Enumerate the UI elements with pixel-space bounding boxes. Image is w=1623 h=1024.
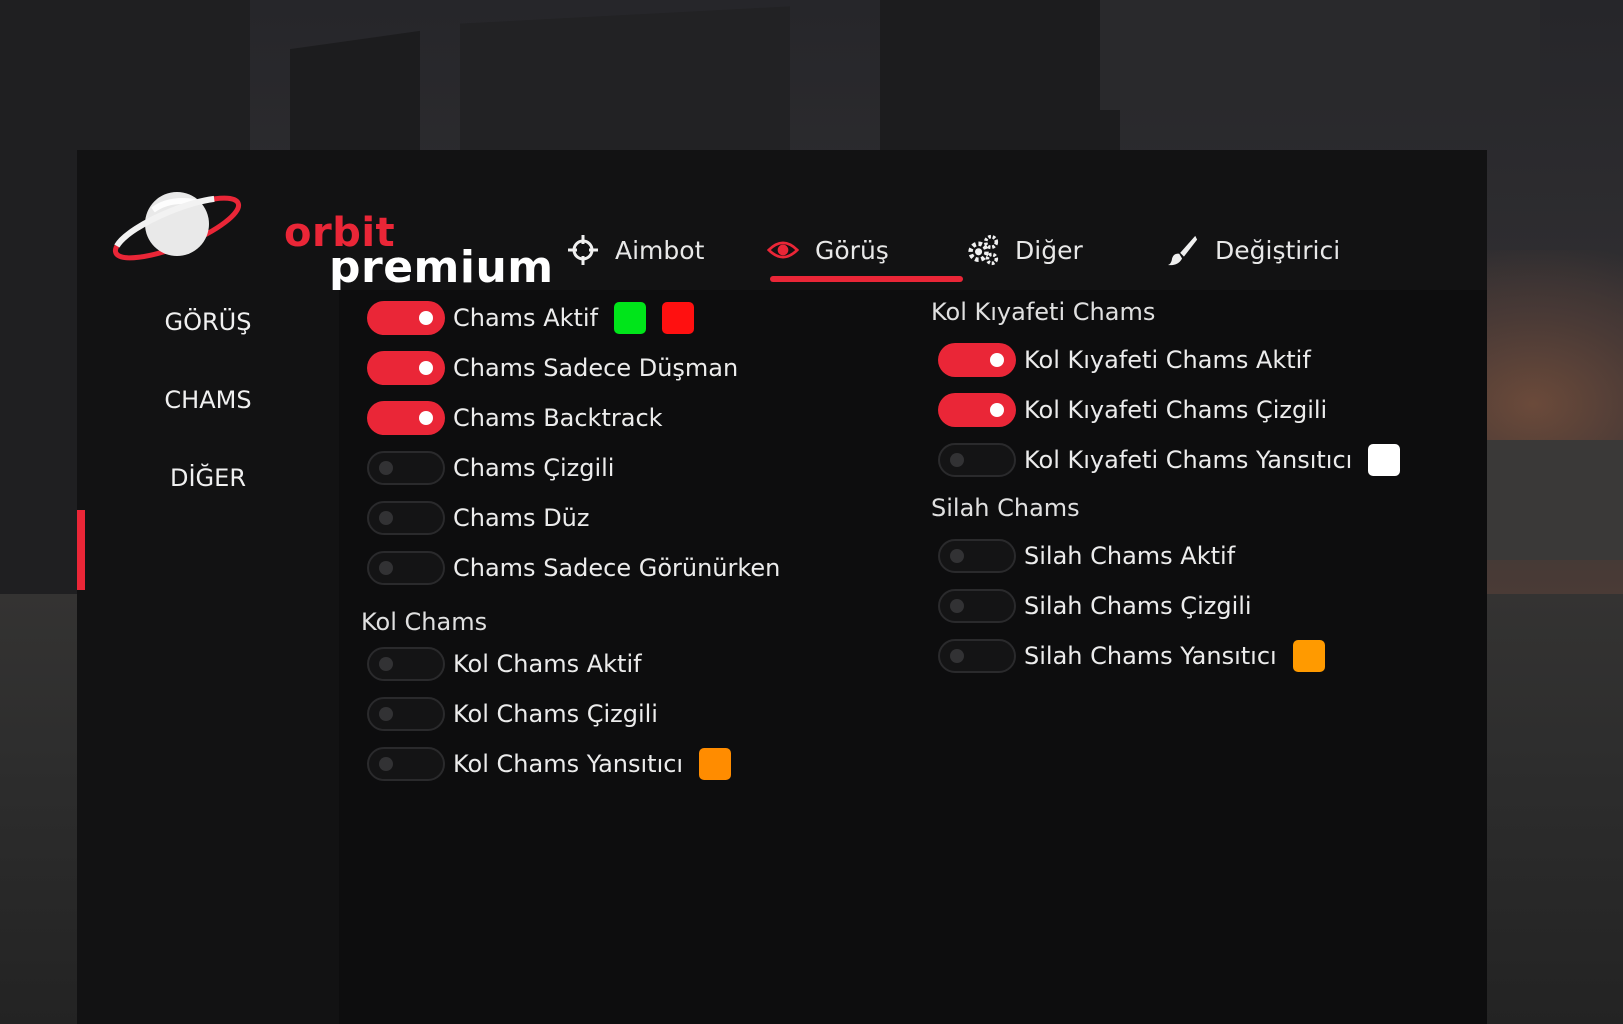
toggle-knob — [990, 403, 1004, 417]
option-label: Chams Aktif — [453, 304, 599, 332]
section-title-kol-chams: Kol Chams — [361, 608, 488, 636]
option-row: Kol Chams Aktif — [367, 644, 642, 684]
option-row: Chams Sadece Görünürken — [367, 548, 780, 588]
option-row: Chams Aktif — [367, 298, 695, 338]
chams-settings-content: Chams Aktif Chams Sadece Düşman Chams Ba… — [339, 290, 1487, 1024]
option-row: Chams Backtrack — [367, 398, 663, 438]
option-row: Kol Kıyafeti Chams Yansıtıcı — [938, 440, 1401, 480]
visible-color-swatch[interactable] — [614, 302, 647, 334]
eye-icon — [767, 234, 799, 266]
chams-sadece-dusman-toggle[interactable] — [367, 351, 445, 385]
tab-label: Görüş — [815, 235, 889, 265]
option-label: Chams Çizgili — [453, 454, 615, 482]
wall — [1483, 440, 1623, 560]
option-label: Kol Kıyafeti Chams Aktif — [1024, 346, 1311, 374]
toggle-knob — [379, 461, 393, 475]
toggle-knob — [419, 311, 433, 325]
option-row: Silah Chams Çizgili — [938, 586, 1252, 626]
toggle-knob — [379, 561, 393, 575]
kol-kiyafeti-chams-cizgili-toggle[interactable] — [938, 393, 1016, 427]
option-row: Chams Sadece Düşman — [367, 348, 738, 388]
crosshair-icon — [567, 234, 599, 266]
toggle-knob — [419, 361, 433, 375]
option-row: Chams Çizgili — [367, 448, 614, 488]
chams-cizgili-toggle[interactable] — [367, 451, 445, 485]
kol-kiyafeti-chams-yansitici-toggle[interactable] — [938, 443, 1016, 477]
option-label: Chams Backtrack — [453, 404, 663, 432]
chams-sadece-gorunurken-toggle[interactable] — [367, 551, 445, 585]
option-label: Silah Chams Çizgili — [1024, 592, 1252, 620]
option-label: Chams Sadece Görünürken — [453, 554, 781, 582]
chams-aktif-toggle[interactable] — [367, 301, 445, 335]
option-label: Kol Chams Aktif — [453, 650, 642, 678]
option-label: Silah Chams Yansıtıcı — [1024, 642, 1277, 670]
toggle-knob — [950, 549, 964, 563]
toggle-knob — [950, 599, 964, 613]
option-row: Silah Chams Yansıtıcı — [938, 636, 1325, 676]
brush-icon — [1167, 234, 1199, 266]
tab-diger[interactable]: Diğer — [967, 220, 1083, 280]
chams-duz-toggle[interactable] — [367, 501, 445, 535]
toggle-knob — [950, 453, 964, 467]
kol-chams-color-swatch[interactable] — [699, 748, 732, 780]
silah-chams-yansitici-toggle[interactable] — [938, 639, 1016, 673]
option-label: Chams Düz — [453, 504, 590, 532]
toggle-knob — [990, 353, 1004, 367]
sidebar-item-diger[interactable]: DİĞER — [77, 464, 339, 492]
brand-premium: premium — [329, 242, 554, 293]
tab-gorus[interactable]: Görüş — [767, 220, 889, 280]
toggle-knob — [379, 657, 393, 671]
tab-aimbot[interactable]: Aimbot — [567, 220, 704, 280]
option-label: Chams Sadece Düşman — [453, 354, 739, 382]
kol-chams-cizgili-toggle[interactable] — [367, 697, 445, 731]
gears-icon — [967, 234, 999, 266]
silah-chams-aktif-toggle[interactable] — [938, 539, 1016, 573]
sidebar-item-gorus[interactable]: GÖRÜŞ — [77, 308, 339, 336]
planet-logo-icon — [112, 192, 242, 261]
silah-chams-color-swatch[interactable] — [1292, 640, 1325, 672]
option-row: Silah Chams Aktif — [938, 536, 1235, 576]
option-label: Kol Chams Çizgili — [453, 700, 658, 728]
hidden-color-swatch[interactable] — [662, 302, 695, 334]
option-row: Chams Düz — [367, 498, 589, 538]
kol-chams-yansitici-toggle[interactable] — [367, 747, 445, 781]
tab-label: Aimbot — [615, 235, 705, 265]
tab-degistirici[interactable]: Değiştirici — [1167, 220, 1340, 280]
option-label: Kol Kıyafeti Chams Yansıtıcı — [1024, 446, 1353, 474]
chams-backtrack-toggle[interactable] — [367, 401, 445, 435]
toggle-knob — [379, 757, 393, 771]
option-row: Kol Chams Çizgili — [367, 694, 658, 734]
sidebar-active-indicator — [77, 510, 85, 590]
option-label: Kol Chams Yansıtıcı — [453, 750, 684, 778]
toggle-knob — [419, 411, 433, 425]
sidebar: GÖRÜŞ CHAMS DİĞER — [77, 290, 339, 1024]
cheat-menu-panel: orbit premium Aimbot Görüş Diğer Değişti… — [77, 150, 1487, 1024]
silah-chams-cizgili-toggle[interactable] — [938, 589, 1016, 623]
section-title-kol-kiyafeti-chams: Kol Kıyafeti Chams — [931, 298, 1156, 326]
option-row: Kol Kıyafeti Chams Çizgili — [938, 390, 1327, 430]
kol-kiyafeti-chams-aktif-toggle[interactable] — [938, 343, 1016, 377]
option-row: Kol Chams Yansıtıcı — [367, 744, 732, 784]
sidebar-item-chams[interactable]: CHAMS — [77, 386, 339, 414]
building — [1100, 0, 1540, 110]
option-label: Silah Chams Aktif — [1024, 542, 1236, 570]
option-row: Kol Kıyafeti Chams Aktif — [938, 340, 1311, 380]
logo: orbit premium — [109, 180, 553, 293]
toggle-knob — [379, 511, 393, 525]
toggle-knob — [950, 649, 964, 663]
tab-label: Değiştirici — [1215, 235, 1341, 265]
active-tab-indicator — [770, 276, 963, 282]
tab-label: Diğer — [1015, 235, 1083, 265]
kol-chams-aktif-toggle[interactable] — [367, 647, 445, 681]
toggle-knob — [379, 707, 393, 721]
option-label: Kol Kıyafeti Chams Çizgili — [1024, 396, 1328, 424]
section-title-silah-chams: Silah Chams — [931, 494, 1080, 522]
kol-kiyafeti-color-swatch[interactable] — [1368, 444, 1401, 476]
